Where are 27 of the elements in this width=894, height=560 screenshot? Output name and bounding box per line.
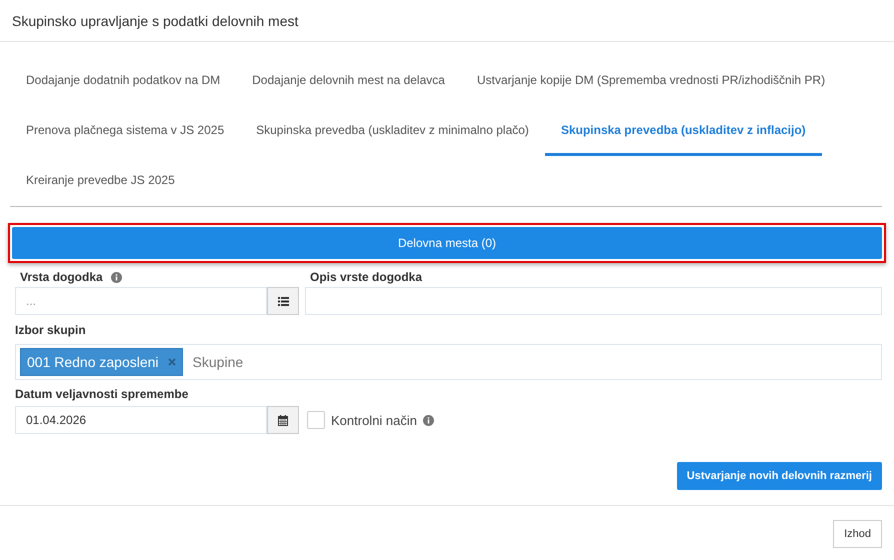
section-button[interactable]: Delovna mesta (0) (12, 227, 882, 260)
list-icon (278, 296, 288, 306)
tab[interactable]: Skupinska prevedba (uskladitev z inflacijo) (544, 106, 822, 156)
calendar-button[interactable] (267, 406, 299, 434)
tab[interactable]: Kreiranje prevedbe JS 2025 (10, 156, 191, 206)
close-icon (168, 358, 176, 366)
tab[interactable]: Prenova plačnega sistema v JS 2025 (10, 106, 240, 156)
tab[interactable]: Ustvarjanje kopije DM (Sprememba vrednosti PR/izhodiščnih PR) (460, 56, 842, 106)
exit-button[interactable]: Izhod (833, 520, 882, 548)
tab[interactable]: Skupinska prevedba (uskladitev z minimalno plačo) (240, 106, 545, 156)
checkbox-label: Kontrolni način (331, 412, 417, 428)
field-label: Izbor skupin (15, 323, 86, 338)
tab[interactable]: Dodajanje delovnih mest na delavca (236, 56, 461, 106)
tab[interactable]: Dodajanje dodatnih podatkov na DM (10, 56, 236, 106)
dialog-title: Skupinsko upravljanje s podatki delovnih mest (12, 12, 298, 29)
list-button[interactable] (267, 287, 299, 316)
input-field[interactable] (305, 287, 882, 316)
checkbox[interactable] (307, 411, 325, 430)
field-label: Vrsta dogodka (20, 270, 103, 284)
info-icon (423, 414, 434, 426)
field-label: Opis vrste dogodka (310, 270, 422, 284)
date-field[interactable]: 01.04.2026 (15, 406, 267, 434)
create-button[interactable]: Ustvarjanje novih delovnih razmerij (676, 462, 882, 490)
calendar-icon (278, 414, 288, 426)
info-icon (110, 272, 122, 283)
field-label: Datum veljavnosti spremembe (15, 387, 188, 402)
input-field[interactable]: ... (15, 287, 267, 316)
